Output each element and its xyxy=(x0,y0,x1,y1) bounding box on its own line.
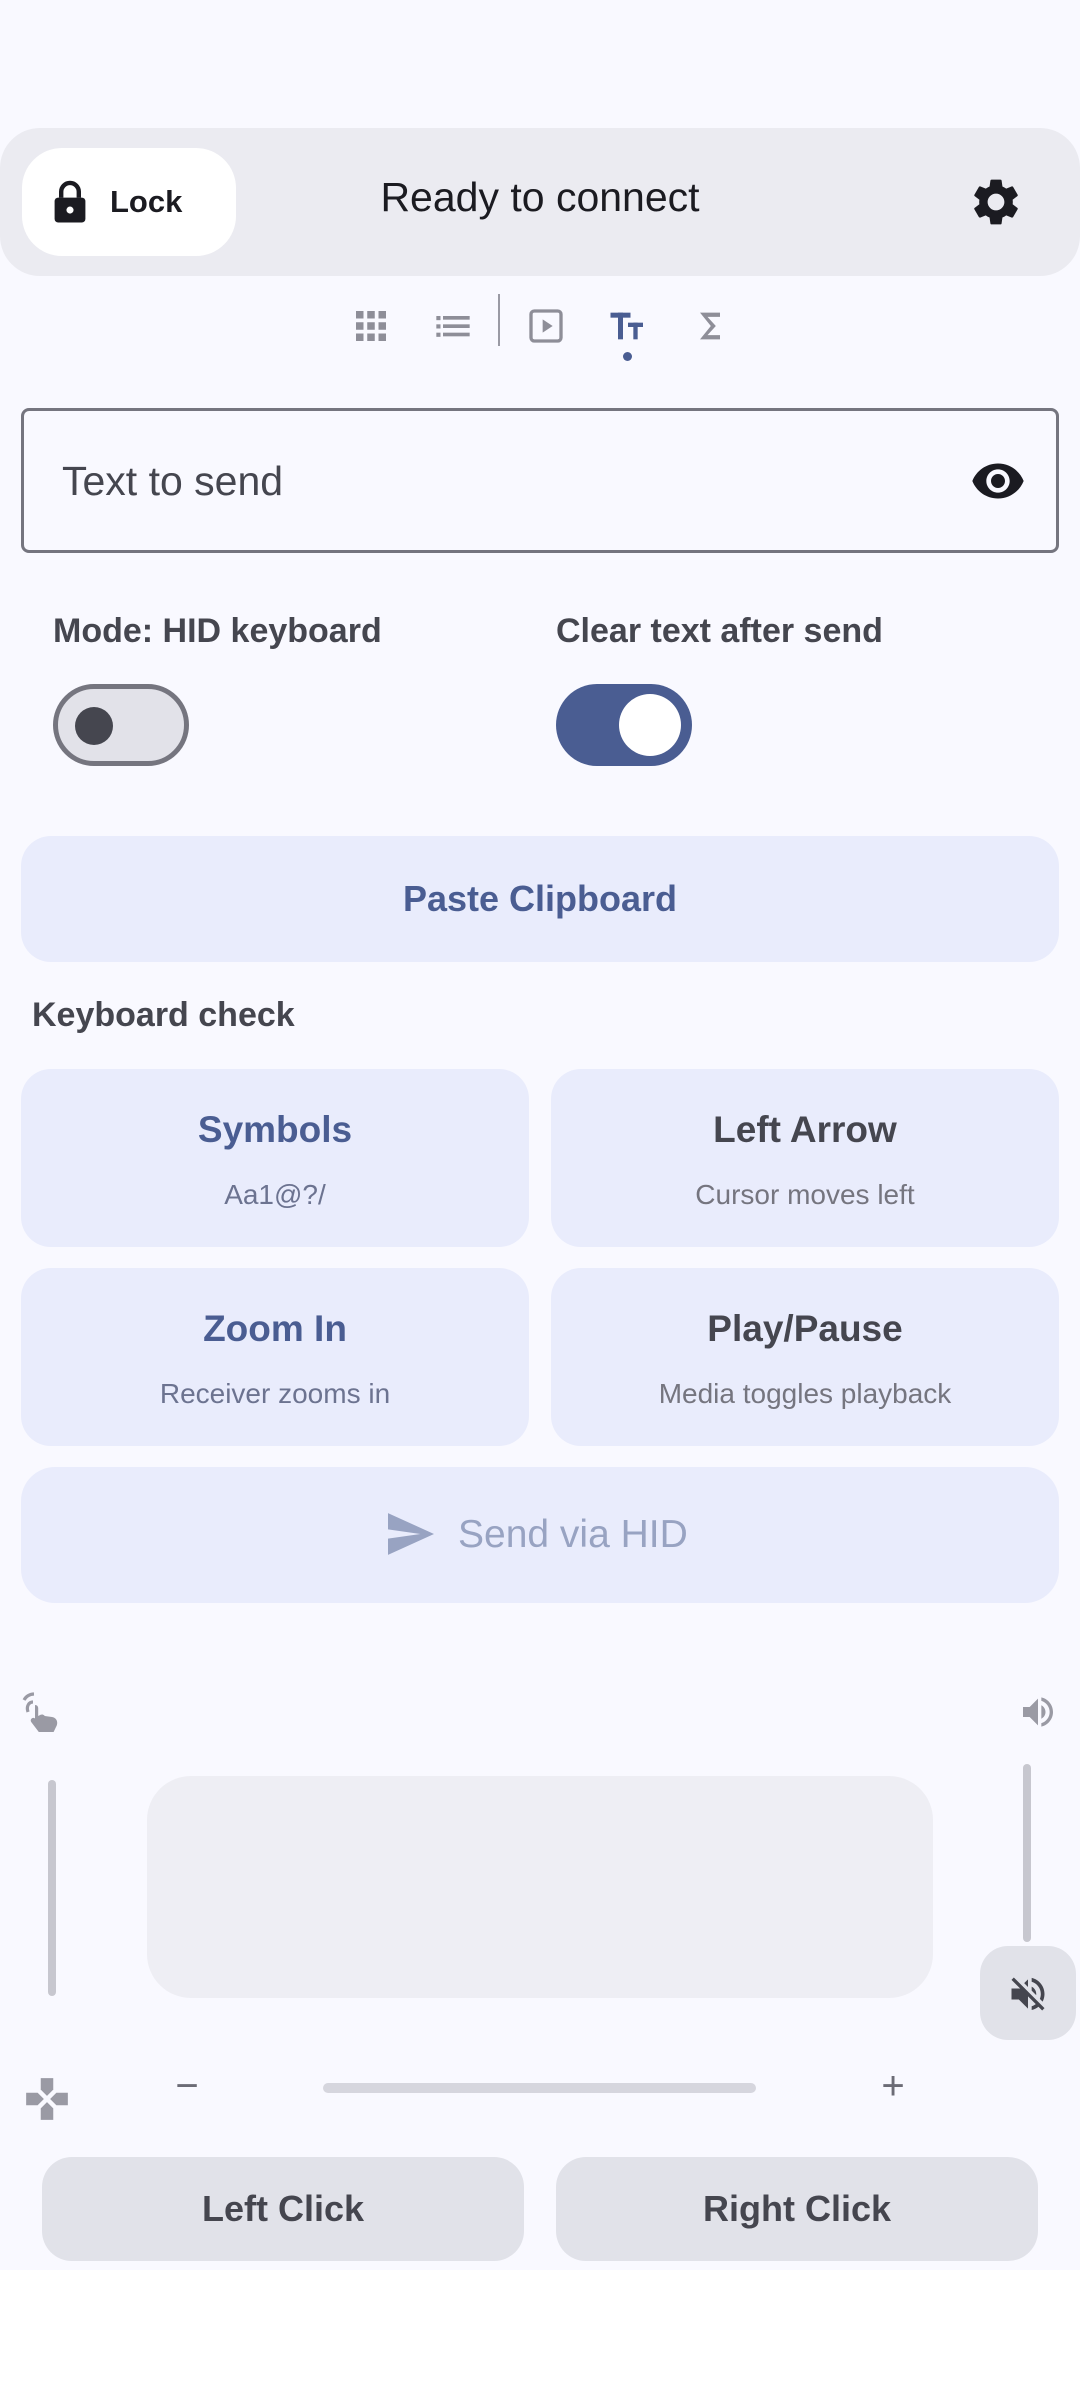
lock-button-label: Lock xyxy=(110,184,183,219)
connection-status: Ready to connect xyxy=(380,174,700,220)
send-icon xyxy=(388,1513,434,1555)
text-to-send-field[interactable] xyxy=(21,408,1059,553)
lock-button[interactable]: Lock xyxy=(22,148,236,256)
tab-sigma[interactable] xyxy=(680,296,740,356)
media-play-icon xyxy=(529,309,563,343)
volume-slider[interactable] xyxy=(1023,1764,1031,1942)
mute-button[interactable] xyxy=(980,1946,1076,2040)
play-pause-check-button[interactable]: Play/Pause Media toggles playback xyxy=(551,1268,1059,1446)
card-subtitle: Media toggles playback xyxy=(658,1378,952,1409)
switch-knob xyxy=(75,707,113,745)
volume-icon[interactable] xyxy=(1018,1692,1058,1732)
card-subtitle: Cursor moves left xyxy=(695,1179,915,1210)
list-icon xyxy=(436,316,470,337)
card-subtitle: Receiver zooms in xyxy=(159,1378,391,1409)
volume-off-icon xyxy=(1011,1977,1045,2011)
tab-divider xyxy=(498,294,500,346)
send-button-label: Send via HID xyxy=(458,1513,688,1556)
card-title: Symbols xyxy=(197,1109,353,1150)
text-to-send-input[interactable] xyxy=(62,445,942,517)
zoom-slider[interactable] xyxy=(323,2083,756,2093)
sigma-icon xyxy=(700,312,720,340)
vertical-scroll-slider[interactable] xyxy=(48,1780,56,1996)
grid-icon xyxy=(356,311,386,341)
text-format-icon xyxy=(610,312,643,340)
dpad-icon[interactable] xyxy=(22,2074,72,2124)
eye-icon[interactable] xyxy=(968,453,1028,509)
bottom-area xyxy=(0,2270,1080,2400)
switch-knob xyxy=(619,694,681,756)
card-subtitle: Aa1@?/ xyxy=(224,1179,326,1210)
card-title: Left Arrow xyxy=(713,1109,897,1150)
hid-mode-switch[interactable] xyxy=(53,684,189,766)
touchpad-surface[interactable] xyxy=(147,1776,933,1998)
mode-tabs xyxy=(0,290,1080,370)
hid-mode-label: Mode: HID keyboard xyxy=(53,612,382,650)
lock-icon xyxy=(54,180,86,223)
touch-gesture-icon[interactable] xyxy=(18,1690,66,1738)
clear-after-send-label: Clear text after send xyxy=(556,612,883,650)
send-via-hid-button[interactable]: Send via HID xyxy=(21,1467,1059,1603)
zoom-in-button[interactable]: + xyxy=(876,2064,910,2108)
left-click-button[interactable]: Left Click xyxy=(42,2157,524,2261)
tab-media[interactable] xyxy=(516,296,576,356)
gear-icon[interactable] xyxy=(968,174,1024,230)
tab-list[interactable] xyxy=(423,296,483,356)
paste-clipboard-button[interactable]: Paste Clipboard xyxy=(21,836,1059,962)
top-bar: Lock Ready to connect xyxy=(0,128,1080,276)
left-arrow-check-button[interactable]: Left Arrow Cursor moves left xyxy=(551,1069,1059,1247)
app-surface: Lock Ready to connect Text to send Mode:… xyxy=(0,0,1080,2270)
symbols-check-button[interactable]: Symbols Aa1@?/ xyxy=(21,1069,529,1247)
keyboard-check-title: Keyboard check xyxy=(32,996,295,1034)
card-title: Play/Pause xyxy=(707,1308,903,1349)
tab-grid[interactable] xyxy=(341,296,401,356)
card-title: Zoom In xyxy=(203,1308,347,1349)
tab-text[interactable] xyxy=(598,296,658,356)
zoom-in-check-button[interactable]: Zoom In Receiver zooms in xyxy=(21,1268,529,1446)
zoom-out-button[interactable]: − xyxy=(170,2064,204,2108)
clear-after-send-switch[interactable] xyxy=(556,684,692,766)
right-click-button[interactable]: Right Click xyxy=(556,2157,1038,2261)
selected-tab-indicator xyxy=(623,352,632,361)
screen: Lock Ready to connect Text to send Mode:… xyxy=(0,0,1080,2400)
